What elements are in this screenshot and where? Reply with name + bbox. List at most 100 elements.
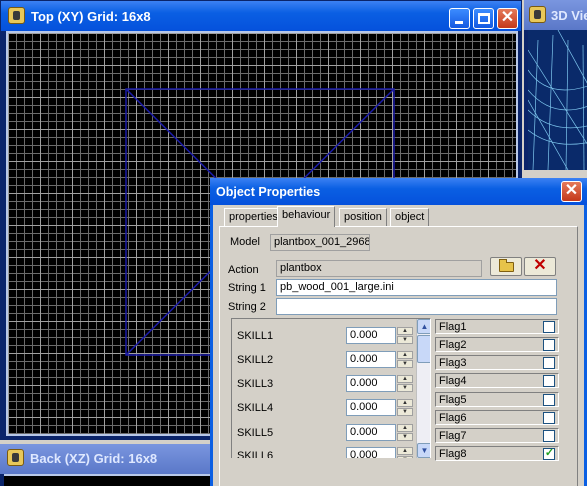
flags-panel: Flag1 ✓ Flag2 ✓ Flag3 ✓ Flag4 ✓ Flag5 ✓ … bbox=[435, 318, 563, 461]
flag-label: Flag3 bbox=[439, 357, 467, 369]
3d-wireframe-view[interactable] bbox=[528, 30, 587, 170]
spin-down-icon[interactable]: ▼ bbox=[397, 433, 413, 441]
skill-row: SKILL2 0.000 ▲ ▼ bbox=[232, 349, 430, 371]
spin-up-icon[interactable]: ▲ bbox=[397, 351, 413, 359]
spin-down-icon[interactable]: ▼ bbox=[397, 456, 413, 458]
flag-checkbox[interactable]: ✓ bbox=[543, 321, 555, 333]
maximize-button[interactable] bbox=[473, 8, 494, 29]
flag-row: Flag1 ✓ bbox=[435, 319, 559, 334]
app-icon bbox=[529, 6, 546, 23]
skill-spinner[interactable]: ▲▼ bbox=[397, 399, 413, 416]
skill-spinner[interactable]: ▲▼ bbox=[397, 327, 413, 344]
browse-action-button[interactable] bbox=[490, 257, 522, 276]
flag-row: Flag3 ✓ bbox=[435, 355, 559, 370]
flag-label: Flag2 bbox=[439, 339, 467, 351]
flag-label: Flag4 bbox=[439, 375, 467, 387]
object-properties-dialog[interactable]: Object Properties ✕ properties behaviour… bbox=[210, 178, 587, 486]
string2-input[interactable] bbox=[276, 298, 557, 315]
scroll-thumb[interactable] bbox=[417, 335, 430, 363]
flag-row: Flag5 ✓ bbox=[435, 392, 559, 407]
app-icon bbox=[7, 449, 24, 466]
back-view-window[interactable]: Back (XZ) Grid: 16x8 bbox=[0, 444, 212, 486]
skill-label: SKILL1 bbox=[237, 330, 274, 342]
skills-scrollbar[interactable]: ▲ ▼ bbox=[416, 319, 430, 458]
skill-row: SKILL6 0.000 ▲▼ bbox=[232, 445, 430, 458]
spin-up-icon[interactable]: ▲ bbox=[397, 447, 413, 455]
3d-view-title: 3D View bbox=[551, 8, 587, 23]
minimize-icon bbox=[455, 21, 463, 24]
string1-input[interactable]: pb_wood_001_large.ini bbox=[276, 279, 557, 296]
model-field: plantbox_001_2968 bbox=[270, 234, 370, 251]
skill-spinner[interactable]: ▲▼ bbox=[397, 424, 413, 441]
flag-checkbox[interactable]: ✓ bbox=[543, 447, 555, 460]
scroll-up-icon[interactable]: ▲ bbox=[417, 319, 430, 334]
skill-value-input[interactable]: 0.000 bbox=[346, 399, 396, 416]
spin-up-icon[interactable]: ▲ bbox=[397, 424, 413, 432]
flag-checkbox[interactable]: ✓ bbox=[543, 394, 555, 406]
top-view-title: Top (XY) Grid: 16x8 bbox=[31, 9, 151, 24]
tab-object[interactable]: object bbox=[390, 208, 430, 226]
spin-up-icon[interactable]: ▲ bbox=[397, 375, 413, 383]
skills-panel: SKILL1 0.000 ▲ ▼ SKILL2 0.000 ▲ ▼ SKILL3 0… bbox=[231, 318, 431, 458]
spin-down-icon[interactable]: ▼ bbox=[397, 408, 413, 416]
wireframe-mesh bbox=[528, 30, 587, 170]
flag-label: Flag5 bbox=[439, 394, 467, 406]
action-label: Action bbox=[228, 264, 259, 276]
tab-behaviour[interactable]: behaviour bbox=[277, 206, 336, 227]
skill-spinner[interactable]: ▲▼ bbox=[397, 351, 413, 368]
tab-position[interactable]: position bbox=[339, 208, 387, 226]
scroll-down-icon[interactable]: ▼ bbox=[417, 443, 430, 458]
spin-down-icon[interactable]: ▼ bbox=[397, 384, 413, 392]
skill-label: SKILL5 bbox=[237, 427, 274, 439]
skill-value-input[interactable]: 0.000 bbox=[346, 447, 396, 458]
folder-open-icon bbox=[499, 259, 514, 272]
flag-checkbox[interactable]: ✓ bbox=[543, 412, 555, 424]
dialog-close-button[interactable]: ✕ bbox=[561, 181, 582, 202]
spin-up-icon[interactable]: ▲ bbox=[397, 327, 413, 335]
skill-label: SKILL4 bbox=[237, 402, 274, 414]
app-icon bbox=[8, 7, 25, 24]
flag-row: Flag8 ✓ bbox=[435, 446, 559, 461]
minimize-button[interactable] bbox=[449, 8, 470, 29]
dialog-titlebar[interactable]: Object Properties ✕ bbox=[210, 178, 587, 205]
skill-row: SKILL3 0.000 ▲ ▼ bbox=[232, 373, 430, 395]
skill-spinner[interactable]: ▲▼ bbox=[397, 375, 413, 392]
3d-view-titlebar[interactable]: 3D View bbox=[524, 0, 587, 30]
close-button[interactable]: ✕ bbox=[497, 8, 518, 29]
skill-value-input[interactable]: 0.000 bbox=[346, 375, 396, 392]
close-icon: ✕ bbox=[564, 182, 579, 199]
spin-up-icon[interactable]: ▲ bbox=[397, 399, 413, 407]
3d-view-window[interactable]: 3D View bbox=[524, 0, 587, 170]
skill-value-input[interactable]: 0.000 bbox=[346, 424, 396, 441]
string1-label: String 1 bbox=[228, 282, 266, 294]
skill-value-input[interactable]: 0.000 bbox=[346, 327, 396, 344]
flag-row: Flag6 ✓ bbox=[435, 410, 559, 425]
back-view-titlebar[interactable]: Back (XZ) Grid: 16x8 bbox=[0, 444, 212, 474]
close-icon: ✕ bbox=[500, 9, 515, 26]
flag-row: Flag4 ✓ bbox=[435, 373, 559, 388]
flag-checkbox[interactable]: ✓ bbox=[543, 339, 555, 351]
flag-label: Flag8 bbox=[439, 448, 467, 460]
spin-down-icon[interactable]: ▼ bbox=[397, 360, 413, 368]
flag-checkbox[interactable]: ✓ bbox=[543, 357, 555, 369]
spin-down-icon[interactable]: ▼ bbox=[397, 336, 413, 344]
flag-checkbox[interactable]: ✓ bbox=[543, 375, 555, 387]
back-view-grid[interactable] bbox=[4, 474, 212, 486]
action-field: plantbox bbox=[276, 260, 482, 277]
checkmark-icon: ✓ bbox=[544, 447, 555, 459]
tab-properties[interactable]: properties bbox=[224, 208, 283, 226]
skill-spinner[interactable]: ▲▼ bbox=[397, 447, 413, 458]
flag-row: Flag7 ✓ bbox=[435, 428, 559, 443]
skill-row: SKILL4 0.000 ▲ ▼ bbox=[232, 397, 430, 419]
string2-label: String 2 bbox=[228, 301, 266, 313]
top-view-titlebar[interactable]: Top (XY) Grid: 16x8 ✕ bbox=[1, 1, 521, 31]
delete-action-button[interactable]: ✕ bbox=[524, 257, 556, 276]
skill-row: SKILL1 0.000 ▲ ▼ bbox=[232, 325, 430, 347]
flag-label: Flag1 bbox=[439, 321, 467, 333]
model-label: Model bbox=[230, 236, 260, 248]
flag-checkbox[interactable]: ✓ bbox=[543, 430, 555, 442]
skill-value-input[interactable]: 0.000 bbox=[346, 351, 396, 368]
skill-label: SKILL6 bbox=[237, 450, 274, 458]
maximize-icon bbox=[478, 13, 490, 24]
flag-row: Flag2 ✓ bbox=[435, 337, 559, 352]
